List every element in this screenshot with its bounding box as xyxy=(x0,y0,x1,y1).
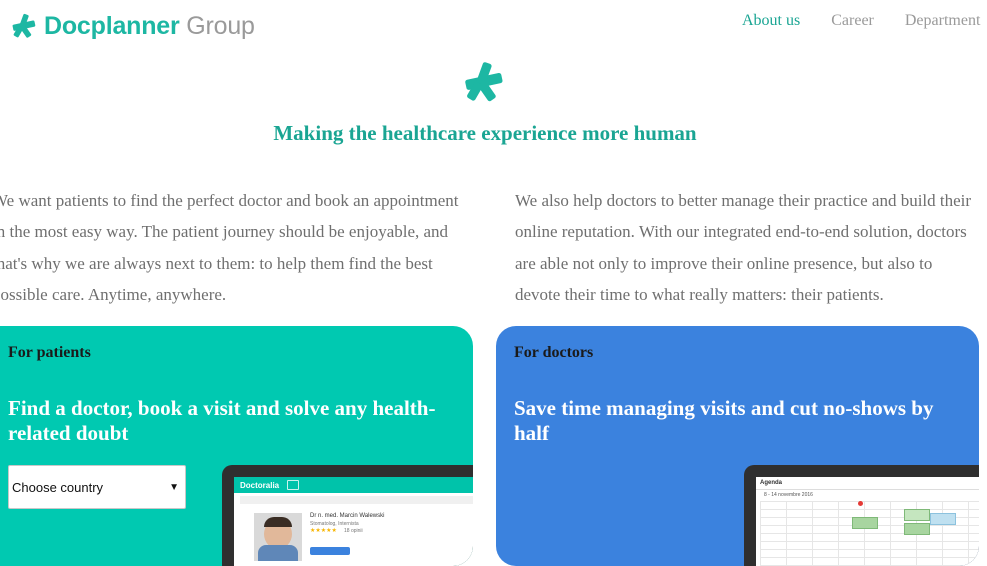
patients-intro-text: We want patients to find the perfect doc… xyxy=(0,191,459,304)
nav-about-us[interactable]: About us xyxy=(742,12,800,30)
docplanner-star-icon-large xyxy=(465,62,503,102)
patients-card-title: Find a doctor, book a visit and solve an… xyxy=(8,396,436,445)
logo-group: Group xyxy=(186,12,255,40)
calendar-date-range: 8 - 14 novembre 2016 xyxy=(764,492,813,498)
patients-card: For patients Find a doctor, book a visit… xyxy=(0,326,473,566)
preview-breadcrumb xyxy=(240,496,473,504)
patients-card-label: For patients xyxy=(8,344,91,361)
calendar-event xyxy=(852,517,878,529)
preview-rating-stars: ★★★★★ xyxy=(310,528,337,534)
doctors-card: For doctors Save time managing visits an… xyxy=(496,326,979,566)
nav-career[interactable]: Career xyxy=(831,12,874,30)
calendar-grid xyxy=(760,501,979,566)
docplanner-star-icon xyxy=(12,13,36,38)
country-select-value: Choose country xyxy=(12,479,104,495)
doctors-intro-text: We also help doctors to better manage th… xyxy=(515,191,972,304)
preview-book-button xyxy=(310,547,350,555)
preview-navbar: Doctoralia xyxy=(234,477,473,493)
patients-laptop-mockup: Doctoralia Dr n. med. Marcin Walewski St… xyxy=(222,465,473,566)
nav-department[interactable]: Department xyxy=(905,12,981,30)
preview-doctor-name: Dr n. med. Marcin Walewski xyxy=(310,513,385,519)
calendar-event xyxy=(904,523,930,535)
logo-text: Docplanner Group xyxy=(44,10,255,42)
doctors-app-screen: Agenda 8 - 14 novembre 2016 xyxy=(756,477,979,566)
main-nav: About us Career Department xyxy=(742,12,980,30)
calendar-header: Agenda xyxy=(756,477,979,490)
docplanner-logo[interactable]: Docplanner Group xyxy=(10,10,255,42)
hero-headline: Making the healthcare experience more hu… xyxy=(273,121,697,145)
doctor-hair xyxy=(264,517,292,527)
doctors-card-label: For doctors xyxy=(514,344,594,361)
doctors-laptop-mockup: Agenda 8 - 14 novembre 2016 xyxy=(744,465,979,566)
calendar-event xyxy=(904,509,930,521)
preview-logo: Doctoralia xyxy=(240,480,280,490)
doctor-photo xyxy=(254,513,302,561)
patients-app-screen: Doctoralia Dr n. med. Marcin Walewski St… xyxy=(234,477,473,566)
calendar-event xyxy=(930,513,956,525)
doctor-shirt xyxy=(258,545,298,561)
calendar-title: Agenda xyxy=(760,480,783,486)
preview-reviews: 18 opinii xyxy=(344,528,363,534)
preview-search-icon xyxy=(287,480,300,490)
preview-doctor-speciality: Stomatolog, Internista xyxy=(310,521,359,527)
doctors-card-title: Save time managing visits and cut no-sho… xyxy=(514,396,934,445)
dropdown-arrow-icon: ▼ xyxy=(169,481,179,493)
logo-brand: Docplanner xyxy=(44,12,180,40)
calendar-alert-dot xyxy=(858,501,863,506)
country-select[interactable]: Choose country ▼ xyxy=(8,465,186,509)
